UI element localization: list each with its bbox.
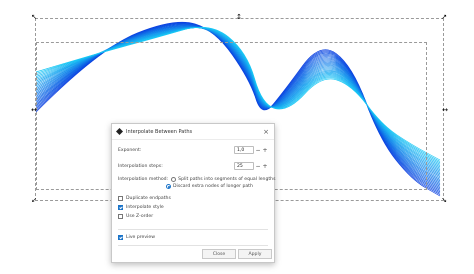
minus-icon[interactable]: − [255, 163, 261, 170]
checkbox-box[interactable] [118, 214, 123, 219]
steps-input[interactable]: 25 [234, 162, 254, 170]
method-label-text: Interpolation method: [118, 177, 169, 182]
exponent-input[interactable]: 1,0 [234, 146, 254, 154]
checkbox-interpolate-style[interactable]: Interpolate style [118, 205, 164, 210]
plus-icon[interactable]: + [262, 163, 268, 170]
dialog-title: Interpolate Between Paths [126, 128, 193, 135]
interpolate-dialog: Interpolate Between Paths × Exponent: 1,… [111, 123, 276, 263]
checkbox-label[interactable]: Interpolate style [126, 205, 164, 210]
apply-button[interactable]: Apply [238, 249, 272, 259]
checkbox-box[interactable] [118, 205, 123, 210]
close-icon[interactable]: × [262, 128, 270, 136]
scale-handle-top-left[interactable]: ↖ [31, 14, 37, 21]
steps-label: Interpolation steps: [118, 164, 163, 169]
exponent-label: Exponent: [118, 148, 142, 153]
scale-handle-top[interactable]: ↕ [236, 14, 242, 21]
close-button[interactable]: Close [202, 249, 236, 259]
checkbox-live-preview[interactable]: Live preview [118, 235, 155, 240]
method-option-discard-label[interactable]: Discard extra nodes of longer path [173, 184, 253, 189]
checkbox-duplicate-endpaths[interactable]: Duplicate endpaths [118, 196, 171, 201]
scale-handle-bottom-right[interactable]: ↘ [441, 197, 447, 204]
method-label: Interpolation method: Split paths into s… [118, 177, 276, 182]
scale-handle-left[interactable]: ↔ [31, 107, 37, 114]
checkbox-label[interactable]: Duplicate endpaths [126, 196, 171, 201]
scale-handle-bottom-left[interactable]: ↙ [31, 197, 37, 204]
method-radio-discard[interactable] [166, 184, 171, 189]
scale-handle-top-right[interactable]: ↗ [441, 14, 447, 21]
checkbox-use-z-order[interactable]: Use Z-order [118, 214, 153, 219]
inkscape-icon [116, 128, 123, 135]
exponent-spinbox[interactable]: 1,0 − + [234, 146, 268, 154]
checkbox-box[interactable] [118, 235, 123, 240]
divider [118, 245, 268, 246]
steps-spinbox[interactable]: 25 − + [234, 162, 268, 170]
method-option-split-label[interactable]: Split paths into segments of equal lengt… [178, 177, 275, 182]
scale-handle-right[interactable]: ↔ [442, 107, 448, 114]
method-radio-split[interactable] [171, 177, 177, 182]
checkbox-box[interactable] [118, 196, 123, 201]
dialog-titlebar[interactable]: Interpolate Between Paths × [112, 124, 274, 140]
divider [118, 229, 268, 230]
checkbox-label[interactable]: Use Z-order [126, 214, 153, 219]
checkbox-label[interactable]: Live preview [126, 235, 155, 240]
minus-icon[interactable]: − [255, 147, 261, 154]
plus-icon[interactable]: + [262, 147, 268, 154]
method-option-discard[interactable]: Discard extra nodes of longer path [166, 184, 253, 189]
